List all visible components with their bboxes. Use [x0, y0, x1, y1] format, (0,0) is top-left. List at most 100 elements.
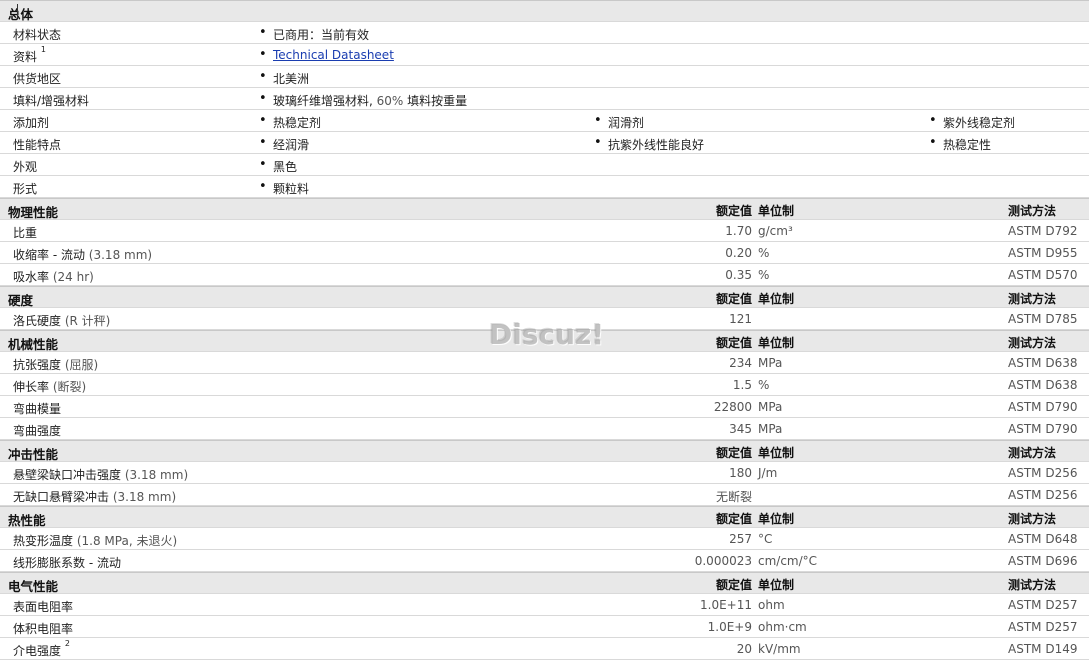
property-unit: %: [758, 378, 770, 392]
property-label: 悬壁梁缺口冲击强度 (3.18 mm): [13, 466, 188, 483]
property-name: 表面电阻率: [13, 600, 74, 614]
property-unit: °C: [758, 532, 773, 546]
test-method: ASTM D256: [1008, 488, 1078, 502]
property-value: 121: [729, 312, 752, 326]
section-title: 物理性能: [8, 205, 59, 220]
property-row: 收缩率 - 流动 (3.18 mm) 0.20% ASTM D955: [0, 242, 1089, 264]
property-label: 收缩率 - 流动 (3.18 mm): [13, 246, 152, 263]
bullet-text: 润滑剂: [608, 116, 645, 130]
property-name: 吸水率: [13, 270, 50, 284]
text-cursor: [17, 4, 20, 18]
property-value: 1.5: [732, 378, 752, 392]
property-row: 线形膨胀系数 - 流动 0.000023 cm/cm/°C ASTM D696: [0, 550, 1089, 572]
test-method: ASTM D790: [1008, 422, 1078, 436]
property-value: 1.0E+11: [700, 598, 752, 612]
property-condition: (24 hr): [52, 270, 94, 284]
general-row: 填料/增强材料 玻璃纤维增强材料, 60% 填料按重量: [0, 88, 1089, 110]
property-row: 热变形温度 (1.8 MPa, 未退火) 257 °C ASTM D648: [0, 528, 1089, 550]
section-header-general: 总体: [0, 0, 1089, 22]
property-value: 0.000023: [694, 554, 752, 568]
property-row: 无缺口悬臂梁冲击 (3.18 mm) 无断裂 ASTM D256: [0, 484, 1089, 506]
section-header: 热性能 额定值 单位制 测试方法: [0, 506, 1089, 528]
property-row: 吸水率 (24 hr) 0.35% ASTM D570: [0, 264, 1089, 286]
property-value: 20: [736, 642, 752, 656]
header-unit: 单位制: [758, 292, 795, 306]
test-method: ASTM D648: [1008, 532, 1078, 546]
general-row: 添加剂 热稳定剂 润滑剂 紫外线稳定剂: [0, 110, 1089, 132]
property-value: 345: [729, 422, 752, 436]
bullet-text: 颗粒料: [273, 182, 310, 196]
property-label: 弯曲强度: [13, 422, 61, 439]
header-value: 额定值: [715, 578, 752, 592]
row-label: 材料状态: [13, 26, 61, 43]
test-method: ASTM D638: [1008, 378, 1078, 392]
property-name: 无缺口悬臂梁冲击: [13, 490, 110, 504]
section-title: 总体: [8, 7, 34, 22]
bullet-text: 热稳定剂: [273, 116, 322, 130]
row-label-text: 添加剂: [13, 116, 50, 130]
row-label-text: 外观: [13, 160, 38, 174]
property-row: 比重 1.70 g/cm³ ASTM D792: [0, 220, 1089, 242]
section-header: 物理性能 额定值 单位制 测试方法: [0, 198, 1089, 220]
property-name: 比重: [13, 226, 38, 240]
property-condition: (3.18 mm): [112, 490, 177, 504]
row-label-text: 资料: [13, 50, 38, 64]
test-method: ASTM D257: [1008, 598, 1078, 612]
property-condition: (R 计秤): [64, 314, 111, 328]
property-unit: J/m: [758, 466, 778, 480]
bullet-text: 黑色: [273, 160, 298, 174]
header-value: 额定值: [715, 512, 752, 526]
footnote-marker: 1: [40, 45, 46, 54]
property-row: 弯曲模量 22800 MPa ASTM D790: [0, 396, 1089, 418]
row-label: 外观: [13, 158, 37, 175]
property-label: 弯曲模量: [13, 400, 61, 417]
property-unit: MPa: [758, 422, 783, 436]
row-label-text: 供货地区: [13, 72, 62, 86]
property-unit: %: [758, 246, 770, 260]
property-name: 洛氏硬度: [13, 314, 62, 328]
header-unit: 单位制: [758, 446, 795, 460]
bullet-tail: 填料按重量: [407, 94, 468, 108]
header-unit: 单位制: [758, 578, 795, 592]
section-title: 电气性能: [8, 579, 59, 594]
property-name: 热变形温度: [13, 534, 74, 548]
section-title: 冲击性能: [8, 447, 59, 462]
bullet-text: 紫外线稳定剂: [943, 116, 1016, 130]
header-value: 额定值: [715, 446, 752, 460]
section-title: 热性能: [8, 513, 46, 528]
test-method: ASTM D149: [1008, 642, 1078, 656]
property-unit: g/cm³: [758, 224, 793, 238]
header-method: 测试方法: [1008, 512, 1057, 526]
property-row: 伸长率 (断裂) 1.5% ASTM D638: [0, 374, 1089, 396]
row-label-text: 材料状态: [13, 28, 62, 42]
test-method: ASTM D696: [1008, 554, 1078, 568]
header-method: 测试方法: [1008, 578, 1057, 592]
property-name: 线形膨胀系数 - 流动: [13, 556, 121, 570]
property-row: 弯曲强度 345 MPa ASTM D790: [0, 418, 1089, 440]
section-header: 硬度 额定值 单位制 测试方法: [0, 286, 1089, 308]
property-label: 伸长率 (断裂): [13, 378, 86, 395]
general-row: 资料 1 Technical Datasheet: [0, 44, 1089, 66]
technical-datasheet-link[interactable]: Technical Datasheet: [273, 48, 394, 62]
section-header: 冲击性能 额定值 单位制 测试方法: [0, 440, 1089, 462]
property-label: 比重: [13, 224, 37, 241]
property-value: 无断裂: [715, 490, 752, 504]
bullet-extra: 60%: [372, 94, 408, 108]
row-label: 供货地区: [13, 70, 61, 87]
row-label-text: 填料/增强材料: [13, 94, 90, 108]
property-name: 弯曲强度: [13, 424, 62, 438]
bullet-item[interactable]: Technical Datasheet: [259, 47, 394, 62]
bullet-item: 已商用：当前有效: [259, 25, 369, 43]
header-value: 额定值: [715, 204, 752, 218]
row-label: 形式: [13, 180, 37, 197]
property-row: 体积电阻率 1.0E+9 ohm·cm ASTM D257: [0, 616, 1089, 638]
property-unit: ohm·cm: [758, 620, 807, 634]
header-method: 测试方法: [1008, 336, 1057, 350]
property-row: 表面电阻率 1.0E+11 ohm ASTM D257: [0, 594, 1089, 616]
section-title: 机械性能: [8, 337, 59, 352]
header-method: 测试方法: [1008, 204, 1057, 218]
property-unit: cm/cm/°C: [758, 554, 818, 568]
bullet-item: 抗紫外线性能良好: [594, 135, 704, 153]
bullet-item: 玻璃纤维增强材料, 60% 填料按重量: [259, 91, 468, 109]
row-label: 资料 1: [13, 45, 46, 65]
